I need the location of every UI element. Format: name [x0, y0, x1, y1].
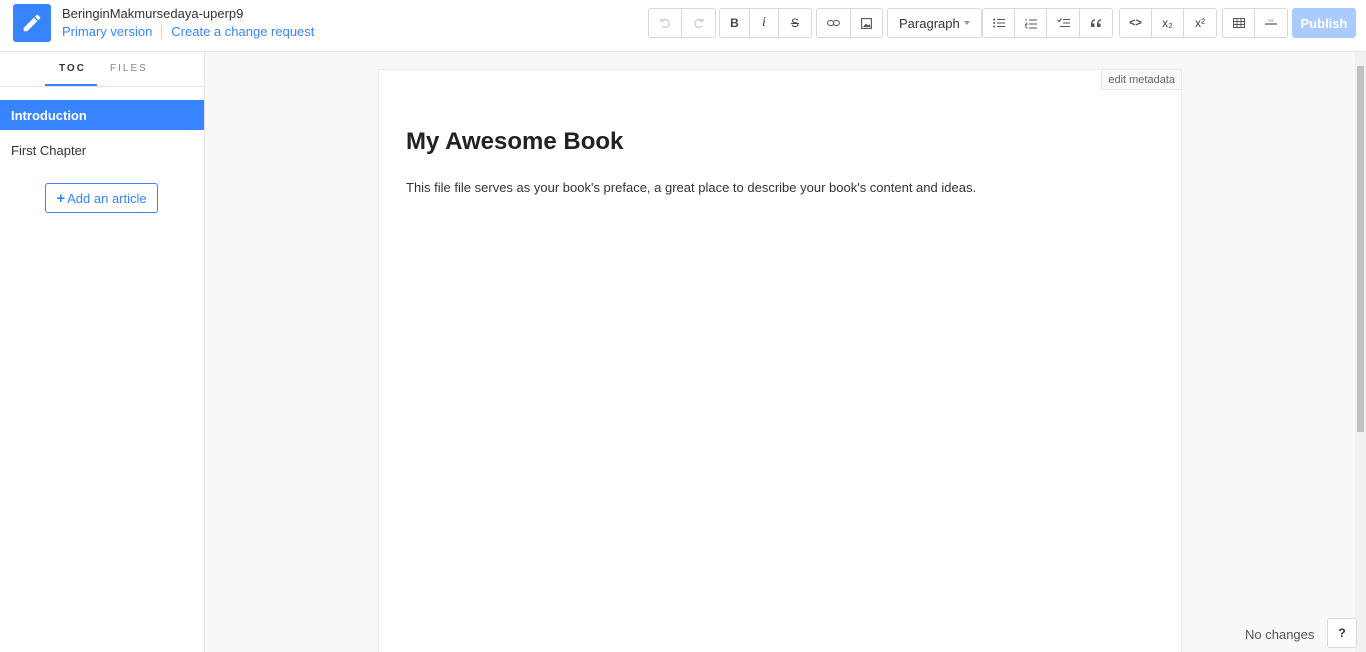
editor-area: edit metadata My Awesome Book This file …	[205, 52, 1355, 652]
book-title: BeringinMakmursedaya-uperp9	[62, 6, 244, 21]
block-group	[1222, 8, 1288, 38]
italic-button[interactable]: i	[750, 9, 779, 37]
sidebar-tabs: TOC FILES	[0, 52, 204, 87]
superscript-button[interactable]: x²	[1184, 9, 1216, 37]
tab-files[interactable]: FILES	[110, 63, 148, 74]
table-icon[interactable]	[1223, 9, 1255, 37]
scroll-thumb[interactable]	[1357, 66, 1364, 432]
pencil-icon[interactable]	[13, 4, 51, 42]
bold-button[interactable]: B	[720, 9, 750, 37]
divider	[161, 24, 163, 39]
blockquote-icon[interactable]	[1080, 9, 1112, 37]
add-article-label: Add an article	[67, 190, 147, 206]
sidebar: TOC FILES Introduction First Chapter + A…	[0, 52, 205, 652]
document-page[interactable]: edit metadata My Awesome Book This file …	[378, 69, 1182, 652]
document-title[interactable]: My Awesome Book	[406, 128, 623, 156]
top-bar: BeringinMakmursedaya-uperp9 Primary vers…	[0, 0, 1366, 52]
document-body[interactable]: This file file serves as your book's pre…	[406, 180, 976, 195]
undo-icon[interactable]	[649, 9, 682, 37]
image-icon[interactable]	[851, 9, 882, 37]
help-button[interactable]: ?	[1327, 618, 1357, 648]
toc-item-first-chapter[interactable]: First Chapter	[0, 135, 204, 165]
list-group	[982, 8, 1113, 38]
paragraph-dropdown[interactable]: Paragraph	[888, 9, 981, 37]
code-button[interactable]: <>	[1120, 9, 1152, 37]
paragraph-label: Paragraph	[899, 15, 960, 31]
create-change-request-link[interactable]: Create a change request	[171, 24, 314, 39]
primary-version-link[interactable]: Primary version	[62, 24, 152, 39]
numbered-list-icon[interactable]	[1015, 9, 1047, 37]
subscript-button[interactable]: x₂	[1152, 9, 1184, 37]
insert-group	[816, 8, 883, 38]
horizontal-rule-icon[interactable]	[1255, 9, 1287, 37]
plus-icon: +	[56, 189, 66, 207]
redo-icon[interactable]	[682, 9, 715, 37]
tab-toc[interactable]: TOC	[59, 63, 86, 74]
strikethrough-button[interactable]: S	[779, 9, 811, 37]
save-status: No changes	[1245, 627, 1315, 642]
publish-button[interactable]: Publish	[1292, 8, 1356, 38]
bullet-list-icon[interactable]	[983, 9, 1015, 37]
text-style-group: B i S	[719, 8, 812, 38]
task-list-icon[interactable]	[1047, 9, 1080, 37]
script-group: <> x₂ x²	[1119, 8, 1217, 38]
active-tab-indicator	[45, 84, 97, 86]
toc-item-introduction[interactable]: Introduction	[0, 100, 204, 130]
add-article-button[interactable]: + Add an article	[45, 183, 158, 213]
link-icon[interactable]	[817, 9, 851, 37]
history-group	[648, 8, 716, 38]
scrollbar[interactable]	[1355, 52, 1366, 652]
chevron-down-icon	[963, 21, 970, 25]
edit-metadata-button[interactable]: edit metadata	[1101, 70, 1181, 90]
version-row: Primary version Create a change request	[62, 24, 314, 39]
paragraph-group: Paragraph	[887, 8, 982, 38]
